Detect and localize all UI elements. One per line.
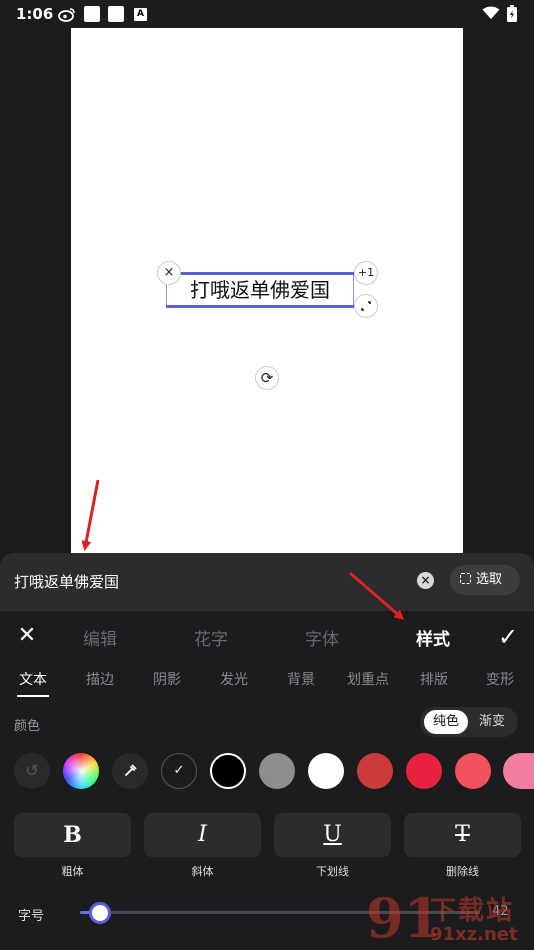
- watermark-site: 91xz.net: [430, 924, 518, 945]
- strikethrough-label: 删除线: [446, 865, 479, 878]
- rotate-handle-icon[interactable]: ⟳: [255, 366, 279, 390]
- status-time: 1:06: [16, 5, 54, 23]
- resize-handle-icon[interactable]: [354, 294, 378, 318]
- swatch-crimson[interactable]: [406, 753, 442, 789]
- duplicate-handle-icon[interactable]: +1: [354, 261, 378, 285]
- strikethrough-button[interactable]: T: [404, 813, 521, 857]
- swatch-red[interactable]: [357, 753, 393, 789]
- font-size-label: 字号: [18, 909, 45, 924]
- text-sticker-border-top: [166, 272, 354, 275]
- select-button-label: 选取: [476, 572, 503, 587]
- italic-button[interactable]: I: [144, 813, 261, 857]
- text-input-bar: 打哦返单佛爱国 × 选取: [0, 553, 534, 611]
- tab-style[interactable]: 样式: [416, 625, 450, 650]
- delete-handle-icon[interactable]: ×: [157, 261, 181, 285]
- subtab-transform[interactable]: 变形: [470, 669, 530, 689]
- select-scan-icon: [460, 573, 471, 584]
- notification-square-icon: [108, 6, 124, 22]
- color-section-label: 颜色: [14, 719, 41, 734]
- swatch-white[interactable]: [308, 753, 344, 789]
- status-bar: 1:06 A: [0, 0, 534, 28]
- eyedropper-icon[interactable]: [112, 753, 148, 789]
- color-mode-toggle: 纯色 渐变: [420, 707, 518, 737]
- wifi-icon: [482, 6, 500, 19]
- confirm-check-icon[interactable]: ✓: [494, 623, 522, 651]
- text-sticker-content[interactable]: 打哦返单佛爱国: [166, 277, 354, 303]
- bold-label: 粗体: [61, 865, 84, 878]
- close-icon[interactable]: ✕: [14, 623, 40, 649]
- subtab-highlight[interactable]: 划重点: [338, 669, 398, 689]
- subtab-active-indicator: [17, 695, 49, 697]
- mode-solid[interactable]: 纯色: [424, 710, 468, 734]
- swatch-pink[interactable]: [503, 753, 534, 789]
- battery-icon: [507, 5, 517, 22]
- tab-font[interactable]: 字体: [305, 625, 339, 650]
- clear-icon[interactable]: ×: [417, 572, 434, 589]
- main-tab-bar: ✕ 编辑 花字 字体 样式 ✓: [0, 611, 534, 661]
- swatch-none-check-icon[interactable]: ✓: [161, 753, 197, 789]
- select-button[interactable]: 选取: [450, 565, 520, 595]
- watermark-logo: 91 下载站 91xz.net: [366, 888, 534, 950]
- notification-square-icon: [84, 6, 100, 22]
- color-wheel-icon[interactable]: [63, 753, 99, 789]
- underline-label: 下划线: [316, 865, 349, 878]
- subtab-glow[interactable]: 发光: [204, 669, 264, 689]
- tab-fancy-text[interactable]: 花字: [194, 625, 228, 650]
- mode-gradient[interactable]: 渐变: [470, 710, 514, 734]
- text-sticker[interactable]: 打哦返单佛爱国: [166, 272, 354, 308]
- weibo-icon: [58, 8, 75, 22]
- reset-color-icon[interactable]: ↺: [14, 753, 50, 789]
- text-input-field[interactable]: 打哦返单佛爱国: [14, 571, 119, 592]
- subtab-background[interactable]: 背景: [271, 669, 331, 689]
- subtab-shadow[interactable]: 阴影: [137, 669, 197, 689]
- italic-label: 斜体: [191, 865, 214, 878]
- underline-button[interactable]: U: [274, 813, 391, 857]
- subtab-layout[interactable]: 排版: [404, 669, 464, 689]
- swatch-black[interactable]: [210, 753, 246, 789]
- swatch-gray[interactable]: [259, 753, 295, 789]
- bold-button[interactable]: B: [14, 813, 131, 857]
- watermark-title: 下载站: [430, 896, 515, 926]
- font-size-slider-thumb[interactable]: [89, 902, 111, 924]
- text-sticker-border-bottom: [166, 305, 354, 308]
- a-badge-icon: A: [134, 8, 147, 21]
- swatch-coral[interactable]: [455, 753, 491, 789]
- editor-canvas[interactable]: 打哦返单佛爱国 × +1 ⟳: [71, 28, 463, 553]
- subtab-stroke[interactable]: 描边: [70, 669, 130, 689]
- subtab-text[interactable]: 文本: [3, 669, 63, 689]
- sub-tab-bar: 文本 描边 阴影 发光 背景 划重点 排版 变形: [0, 665, 534, 699]
- tab-edit[interactable]: 编辑: [83, 625, 117, 650]
